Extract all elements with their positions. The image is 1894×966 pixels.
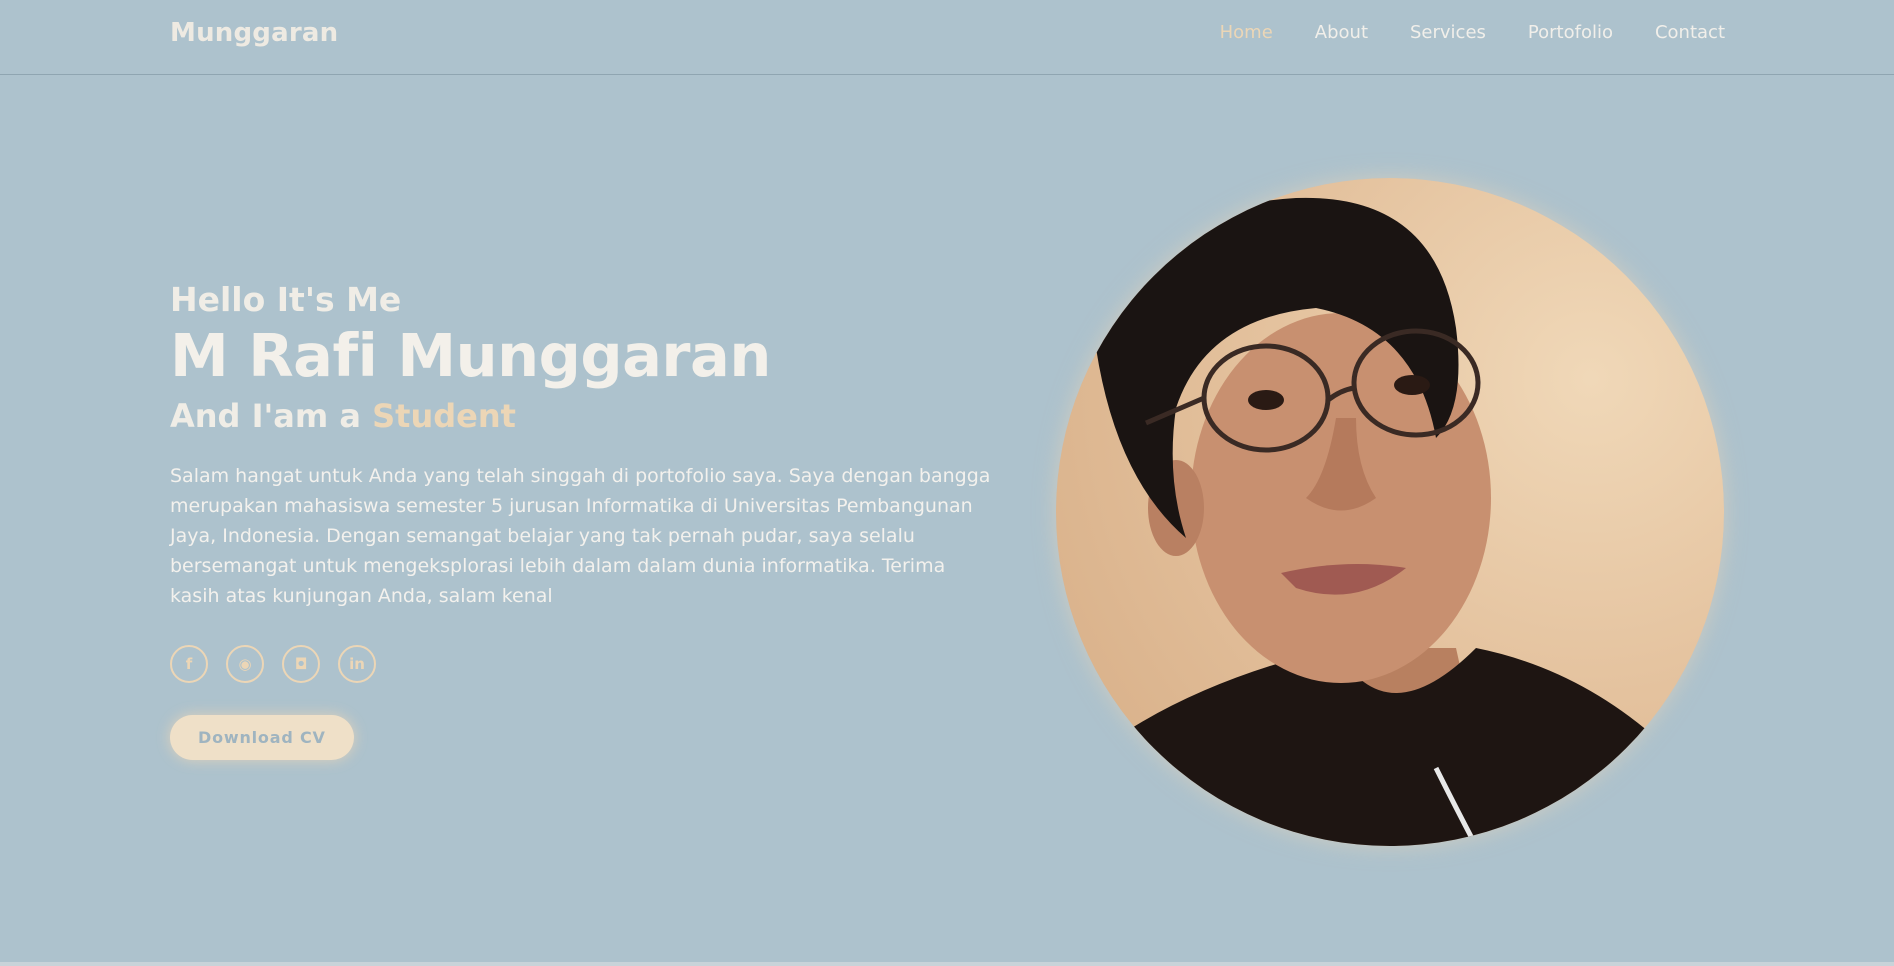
role-prefix: And I'am a [170,396,361,435]
nav-services[interactable]: Services [1410,22,1486,43]
hero-greeting: Hello It's Me [170,280,402,319]
facebook-icon[interactable]: f [170,644,208,683]
nav-home[interactable]: Home [1220,22,1273,43]
hero-name: M Rafi Munggaran [170,321,771,390]
main-nav: Home About Services Portofolio Contact [1220,22,1725,43]
profile-photo [1056,178,1724,846]
site-logo[interactable]: Munggaran [170,18,338,48]
site-header: Munggaran Home About Services Portofolio… [0,0,1894,75]
social-links: f ◉ ◘ in [170,644,1010,683]
github-icon[interactable]: ◉ [226,644,264,683]
nav-contact[interactable]: Contact [1655,22,1725,43]
download-cv-button[interactable]: Download CV [170,714,354,760]
hero-description: Salam hangat untuk Anda yang telah singg… [170,464,991,607]
hero-content: Hello It's Me M Rafi Munggaran And I'am … [170,280,1010,760]
linkedin-icon[interactable]: in [338,644,376,683]
nav-about[interactable]: About [1315,22,1368,43]
instagram-icon[interactable]: ◘ [282,644,320,683]
portrait-illustration [1096,197,1709,846]
nav-portofolio[interactable]: Portofolio [1528,22,1613,43]
hero-role: And I'am a Student [170,397,1010,435]
page-bottom-border [0,962,1894,966]
role-accent: Student [372,396,516,435]
